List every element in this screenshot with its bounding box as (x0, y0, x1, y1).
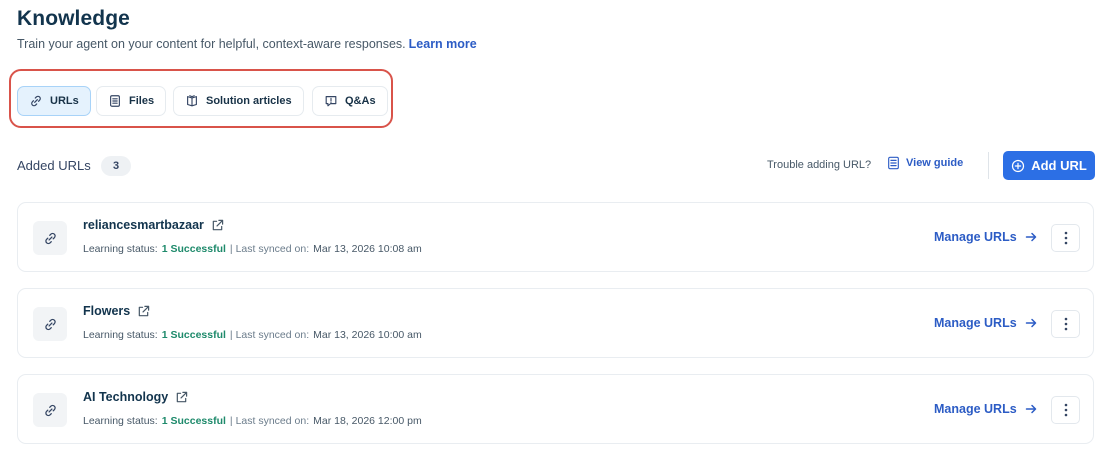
page-title: Knowledge (17, 7, 130, 30)
last-synced-label: | Last synced on: (229, 243, 310, 255)
tab-solution-articles-label: Solution articles (206, 95, 292, 107)
view-guide-label: View guide (906, 157, 964, 169)
more-vertical-icon (1064, 403, 1067, 417)
header-divider (988, 152, 989, 179)
link-icon (31, 95, 41, 107)
chat-bubble-icon (325, 96, 337, 107)
manage-urls-link[interactable]: Manage URLs (934, 402, 1037, 416)
manage-urls-link[interactable]: Manage URLs (934, 230, 1037, 244)
tab-solution-articles[interactable]: Solution articles (173, 86, 304, 116)
url-link-icon-box (33, 307, 67, 341)
last-synced-value: Mar 13, 2026 10:00 am (313, 329, 422, 341)
last-synced-label: | Last synced on: (229, 329, 310, 341)
plus-circle-icon (1012, 159, 1025, 172)
url-name-text: reliancesmartbazaar (83, 218, 204, 232)
url-name-text: Flowers (83, 304, 131, 318)
url-name[interactable]: reliancesmartbazaar (83, 218, 224, 232)
added-urls-label: Added URLs (17, 158, 91, 173)
url-card: Flowers Learning status: 1 Successful | La… (17, 288, 1094, 358)
page-subtitle: Train your agent on your content for hel… (17, 37, 477, 51)
document-icon (888, 156, 899, 170)
add-url-button[interactable]: Add URL (1003, 151, 1095, 180)
learning-status-value[interactable]: 1 Successful (162, 329, 226, 341)
arrow-right-icon (1025, 318, 1036, 328)
view-guide-link[interactable]: View guide (887, 156, 963, 170)
tab-urls-label: URLs (50, 95, 79, 107)
learning-status-value[interactable]: 1 Successful (162, 415, 226, 427)
book-icon (187, 95, 197, 107)
more-options-button[interactable] (1051, 310, 1080, 338)
last-synced-label: | Last synced on: (229, 415, 310, 427)
arrow-right-icon (1025, 404, 1036, 414)
url-name-text: AI Technology (83, 390, 169, 404)
more-vertical-icon (1064, 317, 1067, 331)
last-synced-value: Mar 13, 2026 10:08 am (313, 243, 422, 255)
manage-urls-label: Manage URLs (934, 316, 1017, 330)
tab-qas-label: Q&As (345, 95, 376, 107)
url-meta: Learning status: 1 Successful | Last synce… (83, 329, 422, 341)
tab-qas[interactable]: Q&As (312, 86, 388, 116)
url-name[interactable]: Flowers (83, 304, 150, 318)
manage-urls-label: Manage URLs (934, 230, 1017, 244)
manage-urls-label: Manage URLs (934, 402, 1017, 416)
learning-status-label: Learning status: (83, 329, 158, 341)
manage-urls-link[interactable]: Manage URLs (934, 316, 1037, 330)
trouble-adding-text: Trouble adding URL? (767, 159, 872, 171)
last-synced-value: Mar 18, 2026 12:00 pm (313, 415, 422, 427)
more-vertical-icon (1064, 231, 1067, 245)
link-icon (44, 404, 56, 416)
subtitle-text: Train your agent on your content for hel… (17, 37, 406, 51)
external-link-icon[interactable] (211, 219, 224, 232)
learning-status-label: Learning status: (83, 415, 158, 427)
url-card: AI Technology Learning status: 1 Successf… (17, 374, 1094, 444)
more-options-button[interactable] (1051, 396, 1080, 424)
link-icon (44, 232, 56, 244)
url-meta: Learning status: 1 Successful | Last synce… (83, 243, 422, 255)
learning-status-label: Learning status: (83, 243, 158, 255)
url-link-icon-box (33, 221, 67, 255)
arrow-right-icon (1025, 232, 1036, 242)
add-url-label: Add URL (1031, 158, 1087, 173)
external-link-icon[interactable] (175, 391, 188, 404)
external-link-icon[interactable] (137, 305, 150, 318)
file-icon (110, 95, 120, 107)
url-card: reliancesmartbazaar Learning status: 1 Su… (17, 202, 1094, 272)
tab-files[interactable]: Files (96, 86, 167, 116)
learn-more-link[interactable]: Learn more (409, 37, 477, 51)
link-icon (44, 318, 56, 330)
more-options-button[interactable] (1051, 224, 1080, 252)
learning-status-value[interactable]: 1 Successful (162, 243, 226, 255)
url-meta: Learning status: 1 Successful | Last synce… (83, 415, 422, 427)
tab-urls[interactable]: URLs (17, 86, 91, 116)
url-name[interactable]: AI Technology (83, 390, 188, 404)
url-count-badge: 3 (101, 156, 131, 176)
url-link-icon-box (33, 393, 67, 427)
tab-files-label: Files (129, 95, 155, 107)
